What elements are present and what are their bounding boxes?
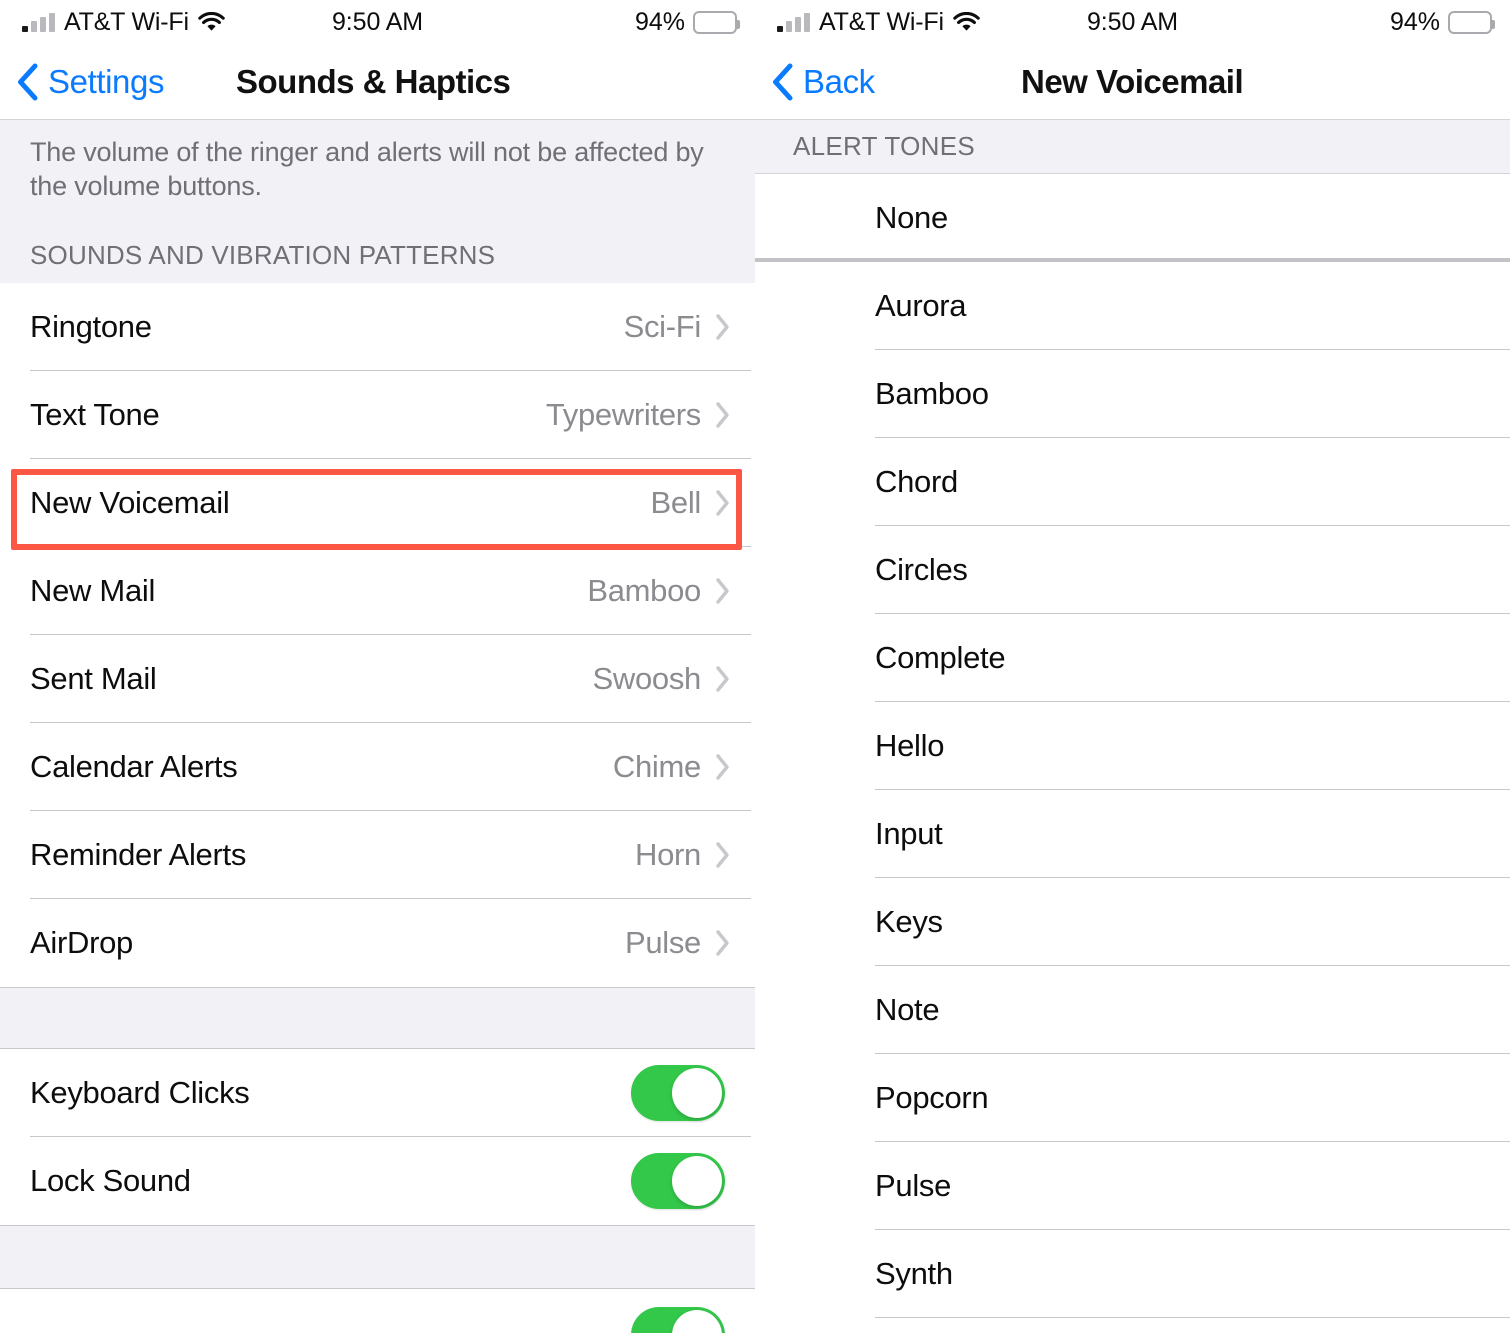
row-label: Text Tone bbox=[30, 396, 160, 432]
row-value: Sci-Fi bbox=[623, 308, 702, 344]
row-label: Ringtone bbox=[30, 308, 152, 344]
chevron-right-icon bbox=[715, 753, 731, 781]
section-header-alert-tones: ALERT TONES bbox=[755, 120, 1510, 174]
tone-label: Complete bbox=[875, 640, 1006, 675]
cellular-bars-icon bbox=[22, 12, 55, 32]
list-item-text-tone[interactable]: Text Tone Typewriters bbox=[0, 370, 755, 459]
left-phone-screen: AT&T Wi-Fi 9:50 AM 94% Settings Sounds &… bbox=[0, 0, 755, 1334]
status-bar-right: AT&T Wi-Fi 9:50 AM 94% bbox=[755, 0, 1510, 44]
status-bar-left-group: AT&T Wi-Fi bbox=[777, 0, 980, 44]
tone-label: Synth bbox=[875, 1256, 953, 1291]
list-item-tone-circles[interactable]: Circles bbox=[755, 526, 1510, 614]
status-bar-left: AT&T Wi-Fi 9:50 AM 94% bbox=[0, 0, 755, 44]
chevron-right-icon bbox=[715, 401, 731, 429]
list-item-tone-pulse[interactable]: Pulse bbox=[755, 1142, 1510, 1230]
list-item-tone-hello[interactable]: Hello bbox=[755, 702, 1510, 790]
row-value: Typewriters bbox=[545, 396, 701, 432]
carrier-label: AT&T Wi-Fi bbox=[819, 7, 944, 36]
group-spacer-1 bbox=[0, 986, 755, 1049]
list-item-airdrop[interactable]: AirDrop Pulse bbox=[0, 898, 755, 987]
carrier-label: AT&T Wi-Fi bbox=[64, 7, 189, 36]
tone-label: Aurora bbox=[875, 288, 967, 323]
tone-label: Circles bbox=[875, 552, 968, 587]
tone-label: Pulse bbox=[875, 1168, 952, 1203]
list-item-reminder-alerts[interactable]: Reminder Alerts Horn bbox=[0, 810, 755, 899]
list-item-tone-synth[interactable]: Synth bbox=[755, 1230, 1510, 1318]
sounds-list: Ringtone Sci-Fi Text Tone Typewriters Ne… bbox=[0, 282, 755, 987]
list-item-new-voicemail[interactable]: New Voicemail Bell bbox=[0, 458, 755, 547]
lock-sound-toggle[interactable] bbox=[631, 1152, 725, 1209]
alert-tones-list: None Aurora Bamboo Chord Circles Complet… bbox=[755, 174, 1510, 1318]
battery-percent-label: 94% bbox=[1389, 7, 1440, 36]
list-item-tone-aurora[interactable]: Aurora bbox=[755, 262, 1510, 350]
battery-icon bbox=[693, 10, 740, 34]
list-item-tone-none[interactable]: None bbox=[755, 174, 1510, 262]
page-title-right: New Voicemail bbox=[1021, 63, 1244, 100]
list-item-tone-input[interactable]: Input bbox=[755, 790, 1510, 878]
tone-label: Popcorn bbox=[875, 1080, 989, 1115]
tone-label: None bbox=[875, 200, 948, 235]
tone-label: Bamboo bbox=[875, 376, 989, 411]
page-title-left: Sounds & Haptics bbox=[236, 63, 511, 100]
wifi-icon bbox=[953, 11, 980, 33]
list-item-ringtone[interactable]: Ringtone Sci-Fi bbox=[0, 282, 755, 371]
right-phone-screen: AT&T Wi-Fi 9:50 AM 94% Back New Voicemai… bbox=[755, 0, 1510, 1334]
nav-bar-left: Settings Sounds & Haptics bbox=[0, 44, 755, 120]
chevron-right-icon bbox=[715, 841, 731, 869]
clock-label: 9:50 AM bbox=[1086, 7, 1179, 36]
status-bar-right-group: 94% bbox=[1389, 0, 1495, 44]
tone-label: Keys bbox=[875, 904, 943, 939]
list-item-calendar-alerts[interactable]: Calendar Alerts Chime bbox=[0, 722, 755, 811]
list-item-tone-bamboo[interactable]: Bamboo bbox=[755, 350, 1510, 438]
row-label: Lock Sound bbox=[30, 1162, 191, 1198]
list-item-new-mail[interactable]: New Mail Bamboo bbox=[0, 546, 755, 635]
list-item-tone-popcorn[interactable]: Popcorn bbox=[755, 1054, 1510, 1142]
row-label: Calendar Alerts bbox=[30, 748, 238, 784]
tone-label: Note bbox=[875, 992, 940, 1027]
row-label: Sent Mail bbox=[30, 660, 157, 696]
chevron-right-icon bbox=[715, 489, 731, 517]
tone-label: Input bbox=[875, 816, 943, 851]
row-value: Swoosh bbox=[592, 660, 702, 696]
wifi-icon bbox=[198, 11, 225, 33]
list-item-tone-complete[interactable]: Complete bbox=[755, 614, 1510, 702]
keyboard-clicks-toggle[interactable] bbox=[631, 1064, 725, 1121]
list-item-lock-sound[interactable]: Lock Sound bbox=[0, 1136, 755, 1225]
volume-note-text: The volume of the ringer and alerts will… bbox=[0, 120, 755, 214]
battery-icon bbox=[1448, 10, 1495, 34]
chevron-right-icon bbox=[715, 577, 731, 605]
partial-toggle-row[interactable] bbox=[0, 1288, 755, 1333]
dual-screenshot: AT&T Wi-Fi 9:50 AM 94% Settings Sounds &… bbox=[0, 0, 1510, 1334]
battery-percent-label: 94% bbox=[634, 7, 685, 36]
list-item-sent-mail[interactable]: Sent Mail Swoosh bbox=[0, 634, 755, 723]
row-label: New Voicemail bbox=[30, 484, 230, 520]
list-item-tone-chord[interactable]: Chord bbox=[755, 438, 1510, 526]
row-value: Bell bbox=[650, 484, 702, 520]
clock-label: 9:50 AM bbox=[331, 7, 424, 36]
status-bar-left-group: AT&T Wi-Fi bbox=[22, 0, 225, 44]
section-header-sounds: SOUNDS AND VIBRATION PATTERNS bbox=[0, 213, 755, 283]
tone-label: Chord bbox=[875, 464, 958, 499]
row-value: Pulse bbox=[624, 924, 701, 960]
partial-toggle[interactable] bbox=[631, 1306, 725, 1333]
row-value: Bamboo bbox=[587, 572, 701, 608]
tone-label: Hello bbox=[875, 728, 945, 763]
chevron-right-icon bbox=[715, 929, 731, 957]
chevron-right-icon bbox=[715, 665, 731, 693]
nav-bar-right: Back New Voicemail bbox=[755, 44, 1510, 120]
row-label: AirDrop bbox=[30, 924, 133, 960]
list-item-tone-keys[interactable]: Keys bbox=[755, 878, 1510, 966]
row-value: Chime bbox=[612, 748, 701, 784]
toggles-list: Keyboard Clicks Lock Sound bbox=[0, 1048, 755, 1225]
group-spacer-2 bbox=[0, 1224, 755, 1289]
row-value: Horn bbox=[635, 836, 701, 872]
chevron-right-icon bbox=[715, 313, 731, 341]
list-item-tone-note[interactable]: Note bbox=[755, 966, 1510, 1054]
list-item-keyboard-clicks[interactable]: Keyboard Clicks bbox=[0, 1048, 755, 1137]
row-label: Reminder Alerts bbox=[30, 836, 247, 872]
row-label: Keyboard Clicks bbox=[30, 1074, 250, 1110]
status-bar-right-group: 94% bbox=[634, 0, 740, 44]
cellular-bars-icon bbox=[777, 12, 810, 32]
row-label: New Mail bbox=[30, 572, 156, 608]
